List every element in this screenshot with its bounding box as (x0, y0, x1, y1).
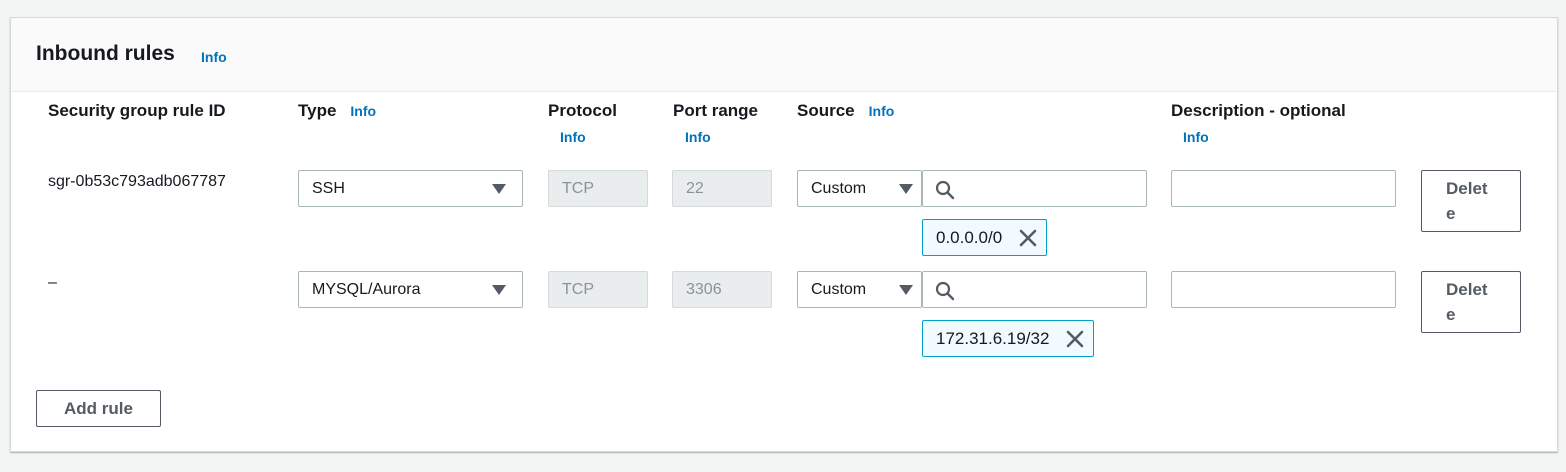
description-field[interactable] (1171, 170, 1396, 207)
panel-title: Inbound rules (36, 42, 175, 65)
source-search-field[interactable] (922, 170, 1147, 207)
col-header-type: Type Info (298, 101, 376, 121)
delete-rule-label: Delete (1446, 179, 1488, 223)
port-range-field: 3306 (672, 271, 772, 308)
col-header-protocol-label: Protocol (548, 101, 617, 120)
source-type-select[interactable]: Custom (797, 170, 922, 207)
col-header-port-range-label: Port range (673, 101, 759, 120)
col-header-source: Source Info (797, 101, 894, 121)
search-icon (935, 180, 955, 200)
type-select-value: MYSQL/Aurora (312, 280, 421, 298)
inbound-rules-panel: Inbound rules Info Security group rule I… (10, 17, 1558, 452)
description-input[interactable] (1172, 171, 1395, 206)
col-header-rule-id-label: Security group rule ID (48, 101, 226, 120)
cidr-token: 0.0.0.0/0 (922, 219, 1048, 256)
protocol-field: TCP (548, 271, 648, 308)
col-header-description-label: Description - optional (1171, 101, 1346, 120)
delete-rule-label: Delete (1446, 280, 1488, 324)
delete-rule-button[interactable]: Delete (1421, 170, 1521, 232)
source-type-select[interactable]: Custom (797, 271, 922, 308)
col-header-description: Description - optional Info (1171, 101, 1346, 145)
caret-down-icon (899, 184, 913, 194)
protocol-field: TCP (548, 170, 648, 207)
add-rule-button[interactable]: Add rule (36, 390, 161, 427)
port-range-field: 22 (672, 170, 772, 207)
cidr-token: 172.31.6.19/32 (922, 320, 1095, 357)
delete-rule-button[interactable]: Delete (1421, 271, 1521, 333)
source-type-value: Custom (811, 280, 867, 298)
rule-id-cell: – (48, 274, 57, 291)
col-header-type-label: Type (298, 101, 337, 120)
search-icon (935, 281, 955, 301)
source-search-input[interactable] (963, 175, 1138, 202)
type-select[interactable]: SSH (298, 170, 523, 207)
add-rule-label: Add rule (64, 398, 133, 418)
port-range-value: 22 (686, 179, 704, 197)
source-search-field[interactable] (922, 271, 1147, 308)
col-header-port-range: Port range Info (673, 101, 758, 145)
caret-down-icon (492, 285, 506, 295)
protocol-value: TCP (562, 280, 594, 298)
rule-id-cell: sgr-0b53c793adb067787 (48, 173, 226, 190)
caret-down-icon (492, 184, 506, 194)
close-icon[interactable] (1018, 228, 1038, 248)
col-header-protocol: Protocol Info (548, 101, 617, 145)
description-field[interactable] (1171, 271, 1396, 308)
caret-down-icon (899, 285, 913, 295)
cidr-token-label: 172.31.6.19/32 (936, 328, 1050, 348)
close-icon[interactable] (1065, 329, 1085, 349)
source-info-link[interactable]: Info (869, 103, 895, 119)
protocol-value: TCP (562, 179, 594, 197)
description-info-link[interactable]: Info (1171, 129, 1346, 145)
type-select[interactable]: MYSQL/Aurora (298, 271, 523, 308)
port-range-info-link[interactable]: Info (673, 129, 758, 145)
col-header-source-label: Source (797, 101, 855, 120)
source-search-input[interactable] (963, 276, 1138, 303)
cidr-token-label: 0.0.0.0/0 (936, 227, 1003, 247)
type-info-link[interactable]: Info (350, 103, 376, 119)
protocol-info-link[interactable]: Info (548, 129, 617, 145)
description-input[interactable] (1172, 272, 1395, 307)
source-type-value: Custom (811, 179, 867, 197)
type-select-value: SSH (312, 179, 345, 197)
panel-info-link[interactable]: Info (201, 49, 227, 65)
port-range-value: 3306 (686, 280, 722, 298)
panel-header: Inbound rules Info (11, 18, 1557, 92)
col-header-rule-id: Security group rule ID (48, 101, 226, 121)
